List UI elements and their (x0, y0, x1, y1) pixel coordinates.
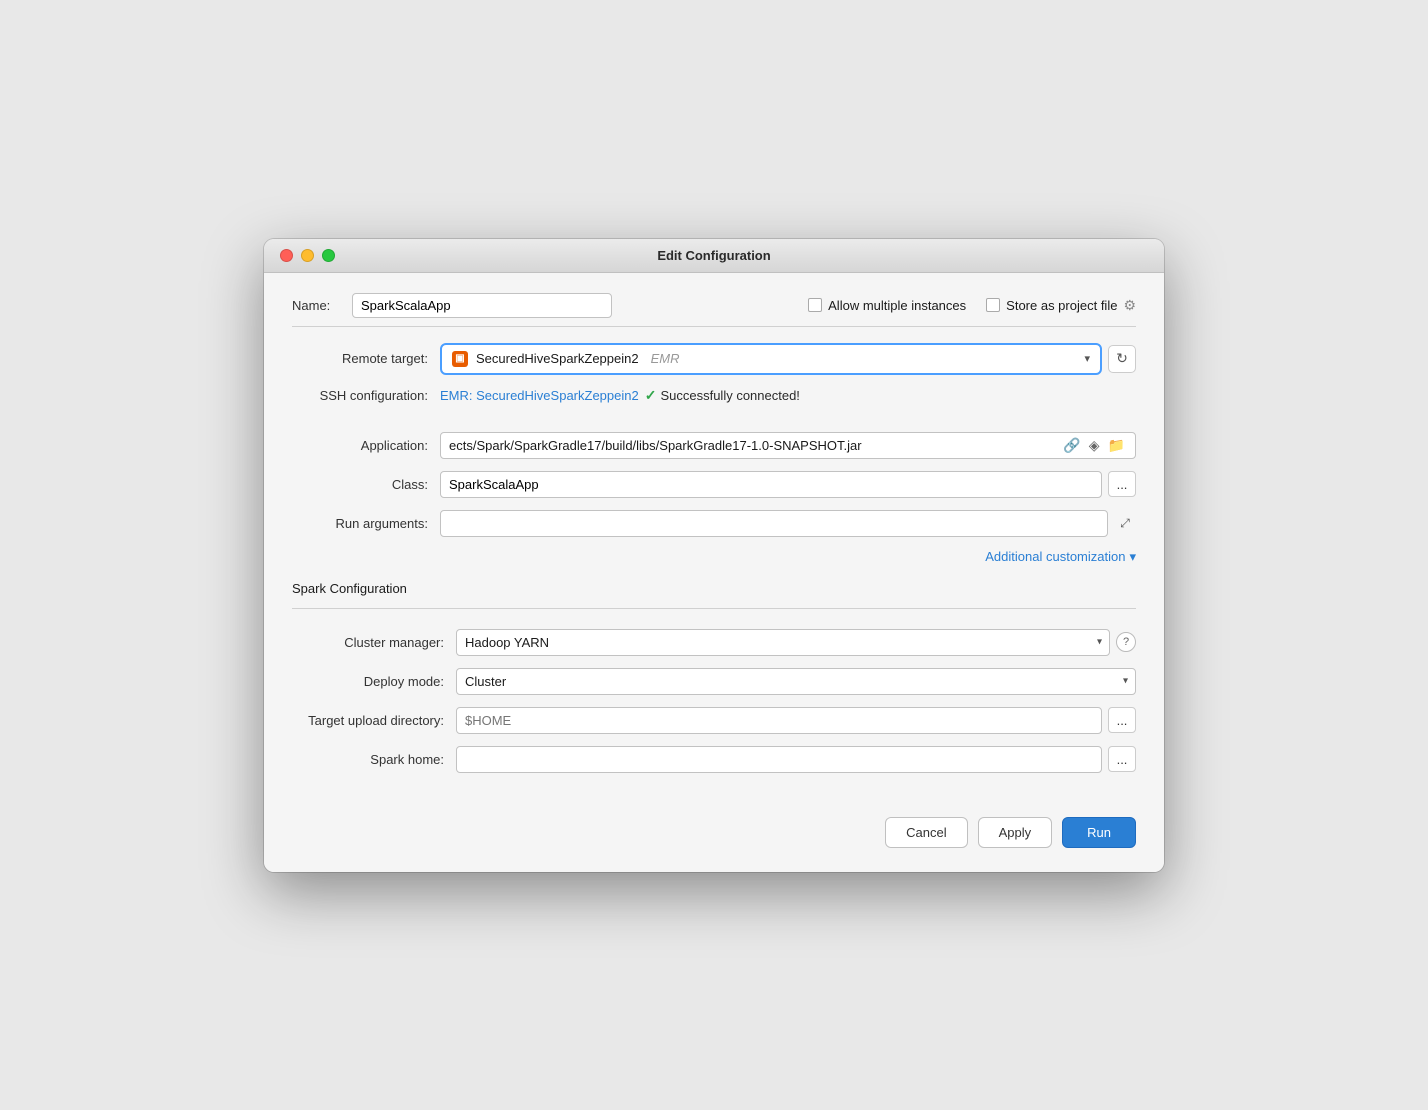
spark-home-ellipsis-button[interactable]: ... (1108, 746, 1136, 772)
cluster-manager-row: Cluster manager: Hadoop YARN Apache Meso… (308, 629, 1136, 656)
expand-button[interactable]: ⤢ (1114, 512, 1136, 534)
target-upload-ellipsis-button[interactable]: ... (1108, 707, 1136, 733)
cancel-button[interactable]: Cancel (885, 817, 967, 848)
check-icon: ✓ (645, 387, 657, 404)
application-path: ects/Spark/SparkGradle17/build/libs/Spar… (449, 438, 1057, 453)
class-ellipsis-button[interactable]: ... (1108, 471, 1136, 497)
spark-home-row: Spark home: ... (308, 746, 1136, 773)
spark-home-input[interactable] (456, 746, 1102, 773)
ssh-config-label: SSH configuration: (292, 388, 440, 403)
folder-icon[interactable]: 📁 (1106, 437, 1127, 454)
application-row: Application: ects/Spark/SparkGradle17/bu… (292, 432, 1136, 459)
application-field: ects/Spark/SparkGradle17/build/libs/Spar… (440, 432, 1136, 459)
minimize-button[interactable] (301, 249, 314, 262)
ssh-config-row: SSH configuration: EMR: SecuredHiveSpark… (292, 387, 1136, 404)
allow-multiple-checkbox[interactable] (808, 298, 822, 312)
footer-buttons: Cancel Apply Run (292, 797, 1136, 848)
expand-icon: ⤢ (1120, 516, 1130, 531)
name-input[interactable] (352, 293, 612, 318)
spark-inner-content: Cluster manager: Hadoop YARN Apache Meso… (292, 629, 1136, 773)
run-arguments-row: Run arguments: ⤢ (292, 510, 1136, 537)
spark-home-ellipsis-icon: ... (1117, 752, 1128, 767)
target-upload-input[interactable] (456, 707, 1102, 734)
remote-target-field: ▣ SecuredHiveSparkZeppein2 EMR ▾ ↻ (440, 343, 1136, 375)
cluster-manager-label: Cluster manager: (308, 635, 456, 650)
remote-dropdown-chevron-icon: ▾ (1084, 352, 1090, 365)
ssh-status: ✓ Successfully connected! (645, 387, 800, 404)
name-label: Name: (292, 298, 352, 313)
remote-target-label: Remote target: (292, 351, 440, 366)
class-input[interactable] (440, 471, 1102, 498)
run-arguments-label: Run arguments: (292, 516, 440, 531)
class-field: ... (440, 471, 1136, 498)
allow-multiple-wrapper: Allow multiple instances (808, 298, 966, 313)
spark-home-label: Spark home: (308, 752, 456, 767)
additional-customization-row: Additional customization ▾ (292, 549, 1136, 565)
run-button[interactable]: Run (1062, 817, 1136, 848)
cluster-manager-select-wrapper: Hadoop YARN Apache Mesos Kubernetes Stan… (456, 629, 1110, 656)
class-row: Class: ... (292, 471, 1136, 498)
refresh-button[interactable]: ↻ (1108, 345, 1136, 373)
ssh-config-link[interactable]: EMR: SecuredHiveSparkZeppein2 (440, 388, 639, 403)
refresh-icon: ↻ (1116, 350, 1128, 367)
additional-customization-label: Additional customization (985, 549, 1125, 564)
deploy-mode-row: Deploy mode: Cluster Client ▾ (308, 668, 1136, 695)
application-label: Application: (292, 438, 440, 453)
edit-configuration-window: Edit Configuration Name: Allow multiple … (264, 239, 1164, 872)
traffic-lights (280, 249, 335, 262)
additional-chevron-icon: ▾ (1129, 549, 1136, 565)
spark-section-header: Spark Configuration (292, 581, 1136, 596)
link-icon[interactable]: 🔗 (1061, 437, 1082, 454)
spark-section-divider (292, 608, 1136, 609)
window-title: Edit Configuration (657, 248, 770, 263)
ssh-status-text: Successfully connected! (660, 388, 799, 403)
target-upload-ellipsis-icon: ... (1117, 713, 1128, 728)
deploy-mode-select-wrapper: Cluster Client ▾ (456, 668, 1136, 695)
cluster-manager-field: Hadoop YARN Apache Mesos Kubernetes Stan… (456, 629, 1136, 656)
ssh-config-field: EMR: SecuredHiveSparkZeppein2 ✓ Successf… (440, 387, 1136, 404)
target-upload-field: ... (456, 707, 1136, 734)
store-project-checkbox[interactable] (986, 298, 1000, 312)
remote-target-tag: EMR (651, 351, 680, 366)
remote-target-row: Remote target: ▣ SecuredHiveSparkZeppein… (292, 343, 1136, 375)
content-area: Name: Allow multiple instances Store as … (264, 273, 1164, 872)
emr-icon: ▣ (452, 351, 468, 367)
titlebar: Edit Configuration (264, 239, 1164, 273)
store-project-wrapper: Store as project file ⚙ (986, 297, 1136, 314)
deploy-mode-field: Cluster Client ▾ (456, 668, 1136, 695)
top-checkboxes: Allow multiple instances Store as projec… (808, 297, 1136, 314)
apply-button[interactable]: Apply (978, 817, 1053, 848)
allow-multiple-label: Allow multiple instances (828, 298, 966, 313)
additional-customization-link[interactable]: Additional customization ▾ (985, 549, 1136, 565)
remote-target-name: SecuredHiveSparkZeppein2 (476, 351, 639, 366)
gear-icon[interactable]: ⚙ (1123, 297, 1136, 314)
run-arguments-field: ⤢ (440, 510, 1136, 537)
spark-configuration-section: Spark Configuration Cluster manager: Had… (292, 581, 1136, 773)
cluster-help-button[interactable]: ? (1116, 632, 1136, 652)
diamond-icon[interactable]: ◈ (1087, 437, 1102, 454)
ellipsis-icon: ... (1117, 477, 1128, 492)
deploy-mode-select[interactable]: Cluster Client (456, 668, 1136, 695)
deploy-mode-label: Deploy mode: (308, 674, 456, 689)
target-upload-row: Target upload directory: ... (308, 707, 1136, 734)
run-arguments-input[interactable] (440, 510, 1108, 537)
application-input-wrapper[interactable]: ects/Spark/SparkGradle17/build/libs/Spar… (440, 432, 1136, 459)
name-row: Name: Allow multiple instances Store as … (292, 293, 1136, 318)
store-project-label: Store as project file (1006, 298, 1117, 313)
spark-home-field: ... (456, 746, 1136, 773)
top-divider (292, 326, 1136, 327)
remote-target-dropdown[interactable]: ▣ SecuredHiveSparkZeppein2 EMR ▾ (440, 343, 1102, 375)
target-upload-label: Target upload directory: (308, 713, 456, 728)
maximize-button[interactable] (322, 249, 335, 262)
cluster-manager-select[interactable]: Hadoop YARN Apache Mesos Kubernetes Stan… (456, 629, 1110, 656)
class-label: Class: (292, 477, 440, 492)
close-button[interactable] (280, 249, 293, 262)
